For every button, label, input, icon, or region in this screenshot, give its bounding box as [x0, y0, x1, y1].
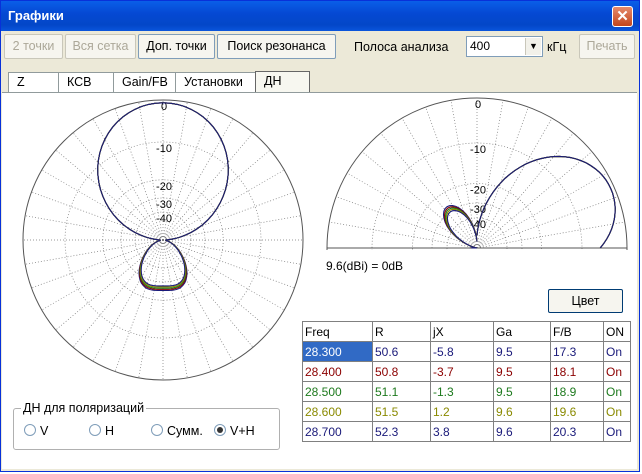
- cell-fb[interactable]: 18.9: [550, 381, 604, 402]
- cell-r[interactable]: 50.6: [372, 341, 431, 362]
- cell-ga[interactable]: 9.6: [493, 421, 551, 442]
- header-ga: Ga: [493, 321, 551, 342]
- cell-fb[interactable]: 20.3: [550, 421, 604, 442]
- cell-r[interactable]: 51.1: [372, 381, 431, 402]
- cell-fb[interactable]: 17.3: [550, 341, 604, 362]
- header-on: ON: [603, 321, 631, 342]
- azimuth-ring-label: -20: [156, 181, 172, 193]
- cell-on[interactable]: On: [603, 341, 631, 362]
- azimuth-ring-label: -40: [156, 213, 172, 225]
- cell-jx[interactable]: -3.7: [430, 361, 494, 382]
- table-row[interactable]: 28.400 50.8 -3.7 9.5 18.1 On: [302, 361, 631, 382]
- cell-ga[interactable]: 9.5: [493, 381, 551, 402]
- azimuth-ring-label: -30: [156, 199, 172, 211]
- cell-on[interactable]: On: [603, 421, 631, 442]
- radio-vh-icon[interactable]: [214, 424, 226, 436]
- cell-fb[interactable]: 19.6: [550, 401, 604, 422]
- cell-ga[interactable]: 9.6: [493, 401, 551, 422]
- color-button[interactable]: Цвет: [548, 289, 623, 313]
- elevation-ring-label: -20: [470, 185, 486, 197]
- radio-h[interactable]: H: [89, 424, 114, 438]
- cell-freq[interactable]: 28.300: [302, 341, 373, 362]
- frequency-table: Freq R jX Ga F/B ON 28.300 50.6 -5.8 9.5 17.…: [302, 321, 631, 442]
- radio-sum[interactable]: Сумм.: [151, 424, 203, 438]
- radio-sum-icon[interactable]: [151, 424, 163, 436]
- table-row[interactable]: 28.300 50.6 -5.8 9.5 17.3 On: [302, 341, 631, 362]
- cell-freq[interactable]: 28.500: [302, 381, 373, 402]
- radio-v-icon[interactable]: [24, 424, 36, 436]
- azimuth-polar-chart: 0-10-20-30-40: [22, 99, 304, 381]
- cell-on[interactable]: On: [603, 401, 631, 422]
- cell-jx[interactable]: -5.8: [430, 341, 494, 362]
- azimuth-ring-label: -10: [156, 143, 172, 155]
- table-row[interactable]: 28.500 51.1 -1.3 9.5 18.9 On: [302, 381, 631, 402]
- elevation-ring-label: -10: [470, 144, 486, 156]
- table-header-row: Freq R jX Ga F/B ON: [302, 321, 631, 342]
- header-freq: Freq: [302, 321, 373, 342]
- cell-on[interactable]: On: [603, 381, 631, 402]
- cell-ga[interactable]: 9.5: [493, 341, 551, 362]
- cell-jx[interactable]: 1.2: [430, 401, 494, 422]
- cell-freq[interactable]: 28.400: [302, 361, 373, 382]
- radio-vh[interactable]: V+H: [214, 424, 255, 438]
- header-r: R: [372, 321, 431, 342]
- elevation-ring-label: 0: [475, 99, 481, 111]
- cell-on[interactable]: On: [603, 361, 631, 382]
- header-jx: jX: [430, 321, 494, 342]
- radio-v[interactable]: V: [24, 424, 48, 438]
- cell-fb[interactable]: 18.1: [550, 361, 604, 382]
- cell-jx[interactable]: 3.8: [430, 421, 494, 442]
- cell-freq[interactable]: 28.700: [302, 421, 373, 442]
- table-row[interactable]: 28.600 51.5 1.2 9.6 19.6 On: [302, 401, 631, 422]
- table-row[interactable]: 28.700 52.3 3.8 9.6 20.3 On: [302, 421, 631, 442]
- radio-h-icon[interactable]: [89, 424, 101, 436]
- header-fb: F/B: [550, 321, 604, 342]
- cell-ga[interactable]: 9.5: [493, 361, 551, 382]
- cell-r[interactable]: 50.8: [372, 361, 431, 382]
- cell-r[interactable]: 51.5: [372, 401, 431, 422]
- cell-jx[interactable]: -1.3: [430, 381, 494, 402]
- reference-label: 9.6(dBi) = 0dB: [326, 259, 404, 273]
- cell-freq[interactable]: 28.600: [302, 401, 373, 422]
- cell-r[interactable]: 52.3: [372, 421, 431, 442]
- polarization-caption: ДН для поляризаций: [21, 401, 147, 415]
- polarization-group: ДН для поляризаций V H Сумм. V+H: [13, 401, 280, 450]
